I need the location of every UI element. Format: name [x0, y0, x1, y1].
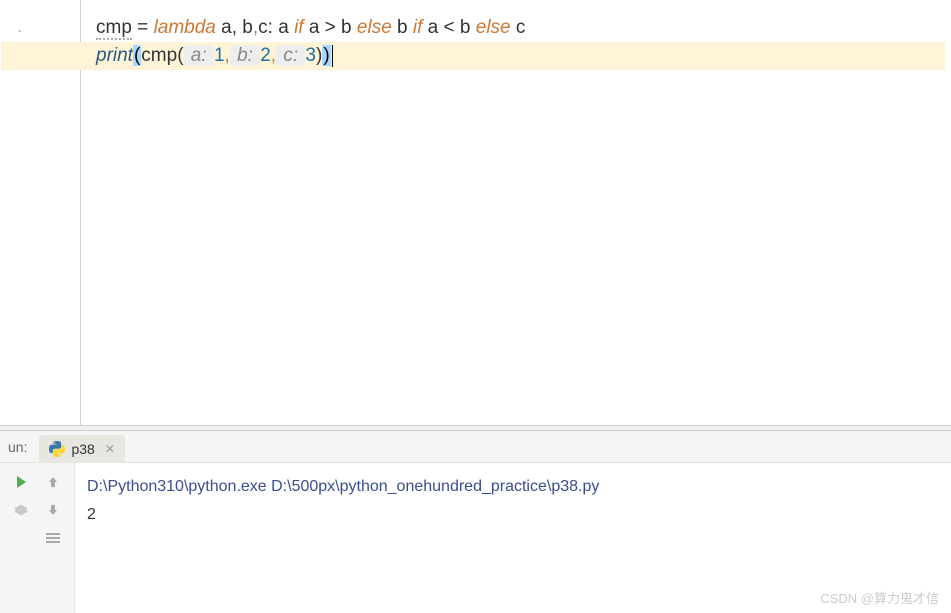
- number-literal: 3: [305, 45, 316, 66]
- output-line: 2: [87, 501, 939, 529]
- code-line[interactable]: cmp = lambda a, b,c: a if a > b else b i…: [81, 14, 951, 42]
- keyword-else: else: [476, 17, 511, 38]
- python-icon: [49, 441, 65, 457]
- run-panel: un: p38 ✕: [0, 431, 951, 613]
- keyword-else: else: [357, 17, 392, 38]
- wrap-button[interactable]: [40, 525, 66, 551]
- up-arrow-button[interactable]: [40, 469, 66, 495]
- down-arrow-button[interactable]: [40, 497, 66, 523]
- panel-body: D:\Python310\python.exe D:\500px\python_…: [0, 463, 951, 613]
- number-literal: 2: [260, 45, 271, 66]
- param-hint: b:: [230, 45, 260, 66]
- function-call: cmp: [141, 45, 177, 66]
- command-line: D:\Python310\python.exe D:\500px\python_…: [87, 473, 939, 501]
- panel-header: un: p38 ✕: [0, 431, 951, 463]
- variable-name: cmp: [96, 17, 132, 40]
- keyword-if: if: [413, 17, 423, 38]
- settings-icon[interactable]: [8, 497, 34, 523]
- watermark: CSDN @算力鬼才信: [820, 588, 939, 607]
- spacer: [8, 525, 34, 551]
- number-literal: 1: [214, 45, 225, 66]
- panel-label: un:: [0, 439, 35, 455]
- paren-close: ): [322, 45, 330, 66]
- panel-toolbar: [0, 463, 75, 613]
- run-tab[interactable]: p38 ✕: [39, 435, 124, 463]
- param-hint: a:: [184, 45, 214, 66]
- tab-name: p38: [71, 441, 94, 457]
- param-hint: c:: [276, 45, 305, 66]
- builtin-print: print: [96, 45, 133, 66]
- keyword-lambda: lambda: [154, 17, 216, 38]
- line-number: .: [0, 14, 22, 42]
- cursor: [332, 45, 333, 67]
- code-content[interactable]: cmp = lambda a, b,c: a if a > b else b i…: [81, 0, 951, 425]
- run-button[interactable]: [8, 469, 34, 495]
- close-icon[interactable]: ✕: [105, 442, 115, 456]
- keyword-if: if: [294, 17, 304, 38]
- editor-area: . . cmp = lambda a, b,c: a if a > b else…: [0, 0, 951, 425]
